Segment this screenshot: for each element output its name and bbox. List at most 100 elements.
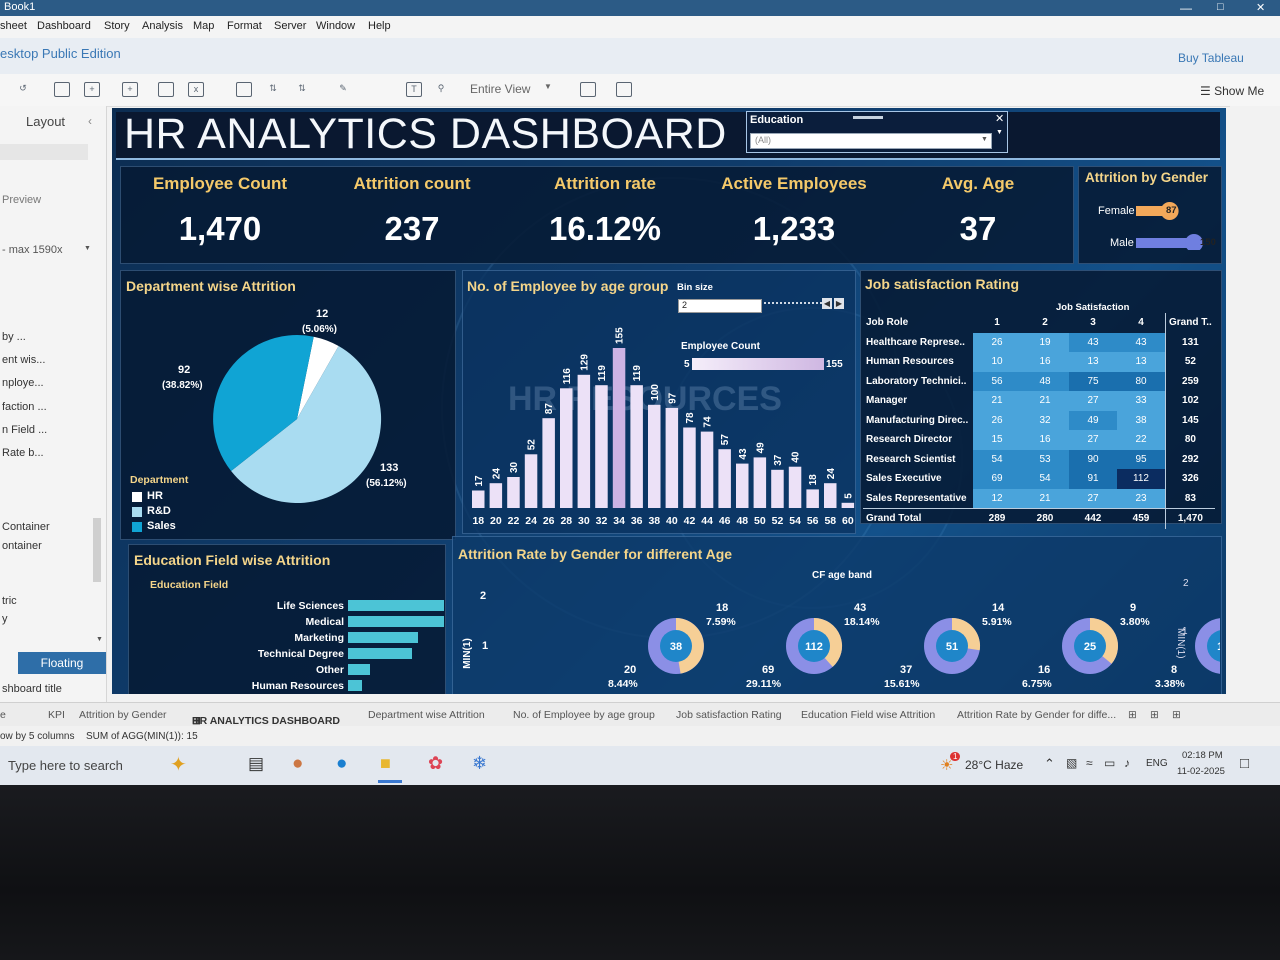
js-value-cell[interactable]: 26: [973, 410, 1021, 430]
redo-icon[interactable]: ↺: [16, 82, 30, 95]
scrollbar[interactable]: [93, 518, 101, 582]
js-value-cell[interactable]: 16: [1021, 430, 1069, 450]
notification-icon[interactable]: □: [1240, 755, 1249, 772]
sort-asc-icon[interactable]: ⇅: [266, 82, 280, 95]
tray-chevron-icon[interactable]: ⌃: [1044, 756, 1055, 772]
age-bar[interactable]: [595, 385, 608, 508]
item-tree-0[interactable]: by ...: [2, 331, 26, 343]
js-value-cell[interactable]: 80: [1117, 371, 1166, 391]
js-value-cell[interactable]: 53: [1021, 449, 1069, 469]
edu-bar[interactable]: [348, 600, 444, 611]
age-bar[interactable]: [753, 457, 767, 508]
js-value-cell[interactable]: 27: [1069, 488, 1117, 509]
age-bar[interactable]: [489, 483, 503, 508]
age-bar[interactable]: [824, 483, 837, 508]
js-value-cell[interactable]: 27: [1069, 430, 1117, 450]
menu-server[interactable]: Server: [274, 20, 306, 32]
filter-menu-icon[interactable]: ▼: [996, 129, 1003, 136]
item-tree-3[interactable]: faction ...: [2, 401, 47, 413]
copilot-icon[interactable]: ●: [292, 753, 303, 775]
close-icon[interactable]: ✕: [1256, 1, 1265, 14]
layout-tab[interactable]: Layout: [26, 114, 65, 129]
age-bar[interactable]: [524, 454, 538, 508]
presentation-icon[interactable]: [616, 82, 632, 97]
tab-education-field-attrition[interactable]: Education Field wise Attrition: [801, 709, 935, 721]
maximize-icon[interactable]: □: [1217, 1, 1224, 13]
edge-icon[interactable]: ●: [336, 753, 347, 775]
show-me-button[interactable]: ☰ Show Me: [1200, 84, 1264, 98]
age-bar[interactable]: [577, 374, 591, 508]
new-dashboard-icon[interactable]: ⊞: [1150, 709, 1159, 721]
menu-story[interactable]: Story: [104, 20, 130, 32]
js-value-cell[interactable]: 112: [1117, 469, 1166, 489]
buy-tableau-link[interactable]: Buy Tableau: [1178, 51, 1244, 65]
show-cards-icon[interactable]: [580, 82, 596, 97]
js-value-cell[interactable]: 23: [1117, 488, 1166, 509]
collapse-icon[interactable]: ‹: [88, 114, 92, 128]
js-value-cell[interactable]: 95: [1117, 449, 1166, 469]
age-bar[interactable]: [841, 502, 855, 508]
js-value-cell[interactable]: 54: [973, 449, 1021, 469]
js-value-cell[interactable]: 19: [1021, 332, 1069, 352]
bin-size-slider[interactable]: [764, 302, 822, 308]
age-bar[interactable]: [806, 489, 819, 508]
wifi-icon[interactable]: ≈: [1086, 756, 1093, 770]
age-bar[interactable]: [507, 477, 520, 508]
menu-window[interactable]: Window: [316, 20, 355, 32]
taskbar-search[interactable]: Type here to search: [8, 758, 123, 773]
tab-attrition-by-gender[interactable]: Attrition by Gender: [79, 709, 167, 721]
js-value-cell[interactable]: 54: [1021, 469, 1069, 489]
age-bar[interactable]: [771, 469, 784, 508]
js-value-cell[interactable]: 38: [1117, 410, 1166, 430]
js-value-cell[interactable]: 32: [1021, 410, 1069, 430]
education-filter[interactable]: Education (All) ▼ ✕ ▼: [746, 111, 1008, 153]
education-select[interactable]: (All) ▼: [750, 133, 992, 149]
age-bar[interactable]: [630, 385, 643, 508]
js-value-cell[interactable]: 13: [1069, 352, 1117, 372]
highlight-icon[interactable]: ✎: [336, 82, 350, 95]
size-label[interactable]: - max 1590x: [2, 244, 63, 256]
snowflake-icon[interactable]: ❄: [472, 753, 487, 774]
js-value-cell[interactable]: 48: [1021, 371, 1069, 391]
edu-bar[interactable]: [348, 632, 418, 643]
js-value-cell[interactable]: 90: [1069, 449, 1117, 469]
menu-help[interactable]: Help: [368, 20, 391, 32]
bin-increase-icon[interactable]: ▶: [834, 298, 844, 309]
age-bar[interactable]: [665, 407, 679, 508]
tab-department-wise-attrition[interactable]: Department wise Attrition: [368, 709, 485, 721]
tray-device-icon[interactable]: ▧: [1066, 756, 1077, 770]
item-tree-1[interactable]: ent wis...: [2, 354, 45, 366]
clear-icon[interactable]: x: [188, 82, 204, 97]
js-value-cell[interactable]: 91: [1069, 469, 1117, 489]
swap-icon[interactable]: [236, 82, 252, 97]
item-tree-4[interactable]: n Field ...: [2, 424, 47, 436]
tab-attrition-rate-gender-age[interactable]: Attrition Rate by Gender for diffe...: [957, 709, 1116, 721]
scroll-down-icon[interactable]: ▼: [96, 636, 103, 643]
menu-analysis[interactable]: Analysis: [142, 20, 183, 32]
bin-decrease-icon[interactable]: ◀: [822, 298, 832, 309]
js-value-cell[interactable]: 12: [973, 488, 1021, 509]
js-value-cell[interactable]: 21: [1021, 488, 1069, 509]
menu-map[interactable]: Map: [193, 20, 214, 32]
age-bar[interactable]: [472, 490, 485, 509]
tab-employee-by-age-group[interactable]: No. of Employee by age group: [513, 709, 655, 721]
language-indicator[interactable]: ENG: [1146, 758, 1168, 769]
js-value-cell[interactable]: 21: [1021, 391, 1069, 411]
js-value-cell[interactable]: 13: [1117, 352, 1166, 372]
clock-date[interactable]: 11-02-2025: [1177, 766, 1225, 777]
save-icon[interactable]: [54, 82, 70, 97]
menu-sheet[interactable]: sheet: [0, 20, 27, 32]
sort-desc-icon[interactable]: ⇅: [295, 82, 309, 95]
labels-icon[interactable]: T: [406, 82, 422, 97]
tableau-app-icon[interactable]: ✿: [428, 753, 443, 774]
js-value-cell[interactable]: 43: [1117, 332, 1166, 352]
js-value-cell[interactable]: 49: [1069, 410, 1117, 430]
weather-text[interactable]: 28°C Haze: [965, 758, 1023, 772]
filter-drag-handle[interactable]: [853, 116, 883, 119]
edu-bar[interactable]: [348, 648, 412, 659]
new-worksheet-icon[interactable]: ⊞: [1128, 709, 1137, 721]
js-value-cell[interactable]: 69: [973, 469, 1021, 489]
js-value-cell[interactable]: 16: [1021, 352, 1069, 372]
task-view-icon[interactable]: ▤: [248, 754, 264, 774]
js-value-cell[interactable]: 15: [973, 430, 1021, 450]
